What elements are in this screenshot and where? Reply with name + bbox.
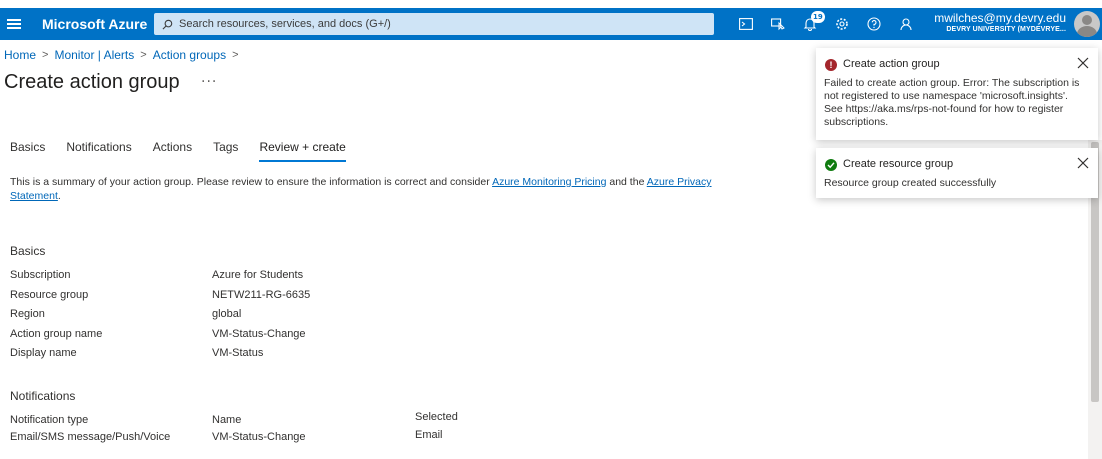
help-icon[interactable] xyxy=(858,8,890,40)
breadcrumb-separator: > xyxy=(140,49,147,61)
notification-selected-value: Email xyxy=(415,429,443,441)
breadcrumb-monitor-alerts[interactable]: Monitor | Alerts xyxy=(54,48,134,62)
summary-text-before: This is a summary of your action group. … xyxy=(10,176,493,188)
settings-gear-icon[interactable] xyxy=(826,8,858,40)
directory-filter-icon[interactable] xyxy=(762,8,794,40)
close-icon[interactable] xyxy=(1076,156,1090,170)
summary-text: This is a summary of your action group. … xyxy=(10,175,730,203)
feedback-icon[interactable] xyxy=(890,8,922,40)
top-bar: Microsoft Azure 19 mwilches@my.devry.edu… xyxy=(0,8,1102,40)
success-check-icon xyxy=(825,159,837,171)
tab-notifications[interactable]: Notifications xyxy=(66,140,131,162)
wizard-tabs: Basics Notifications Actions Tags Review… xyxy=(10,140,367,162)
notification-type-value: Email/SMS message/Push/Voice xyxy=(10,431,171,443)
breadcrumb: Home > Monitor | Alerts > Action groups … xyxy=(4,48,245,62)
action-group-name-label: Action group name xyxy=(10,328,103,340)
search-box[interactable] xyxy=(154,13,714,35)
search-input[interactable] xyxy=(179,18,679,30)
notifications-section-title: Notifications xyxy=(10,389,76,403)
azure-monitoring-pricing-link[interactable]: Azure Monitoring Pricing xyxy=(492,176,606,188)
breadcrumb-home[interactable]: Home xyxy=(4,48,36,62)
display-name-label: Display name xyxy=(10,347,77,359)
error-icon: ! xyxy=(825,59,837,71)
toast-message: Resource group created successfully xyxy=(824,177,997,189)
notification-badge: 19 xyxy=(811,11,825,23)
toast-title: Create action group xyxy=(843,58,940,70)
breadcrumb-separator: > xyxy=(42,49,49,61)
brand-link[interactable]: Microsoft Azure xyxy=(42,16,152,32)
basics-section-title: Basics xyxy=(10,244,46,258)
toast-title: Create resource group xyxy=(843,158,954,170)
tab-tags[interactable]: Tags xyxy=(213,140,238,162)
account-email: mwilches@my.devry.edu xyxy=(934,11,1066,25)
subscription-label: Subscription xyxy=(10,269,71,281)
toast-create-action-group: ! Create action group Failed to create a… xyxy=(816,48,1098,140)
menu-icon[interactable] xyxy=(0,8,28,40)
breadcrumb-separator: > xyxy=(232,49,239,61)
toast-message: Failed to create action group. Error: Th… xyxy=(824,77,1080,128)
region-value: global xyxy=(212,308,242,320)
avatar[interactable] xyxy=(1074,11,1100,37)
notifications-icon[interactable]: 19 xyxy=(794,8,826,40)
notification-type-header: Notification type xyxy=(10,414,89,426)
resource-group-label: Resource group xyxy=(10,289,89,301)
subscription-value: Azure for Students xyxy=(212,269,304,281)
summary-text-mid: and the xyxy=(606,176,647,188)
region-label: Region xyxy=(10,308,45,320)
notification-name-value: VM-Status-Change xyxy=(212,431,306,443)
breadcrumb-action-groups[interactable]: Action groups xyxy=(153,48,226,62)
account-org: DEVRY UNIVERSITY (MYDEVRYE... xyxy=(946,26,1066,33)
tab-basics[interactable]: Basics xyxy=(10,140,45,162)
cloud-shell-icon[interactable] xyxy=(730,8,762,40)
close-icon[interactable] xyxy=(1076,56,1090,70)
display-name-value: VM-Status xyxy=(212,347,264,359)
resource-group-value: NETW211-RG-6635 xyxy=(212,289,311,301)
summary-text-after: . xyxy=(57,190,61,202)
more-options-icon[interactable]: ··· xyxy=(201,74,217,90)
toast-create-resource-group: Create resource group Resource group cre… xyxy=(816,148,1098,198)
header-icons: 19 xyxy=(730,8,922,40)
notification-name-header: Name xyxy=(212,414,242,426)
tab-actions[interactable]: Actions xyxy=(153,140,192,162)
account-info[interactable]: mwilches@my.devry.edu DEVRY UNIVERSITY (… xyxy=(934,11,1066,35)
action-group-name-value: VM-Status-Change xyxy=(212,328,306,340)
notification-selected-header: Selected xyxy=(415,411,458,423)
tab-review-create[interactable]: Review + create xyxy=(259,140,346,162)
search-icon xyxy=(162,19,173,29)
page-title: Create action group xyxy=(4,71,180,93)
